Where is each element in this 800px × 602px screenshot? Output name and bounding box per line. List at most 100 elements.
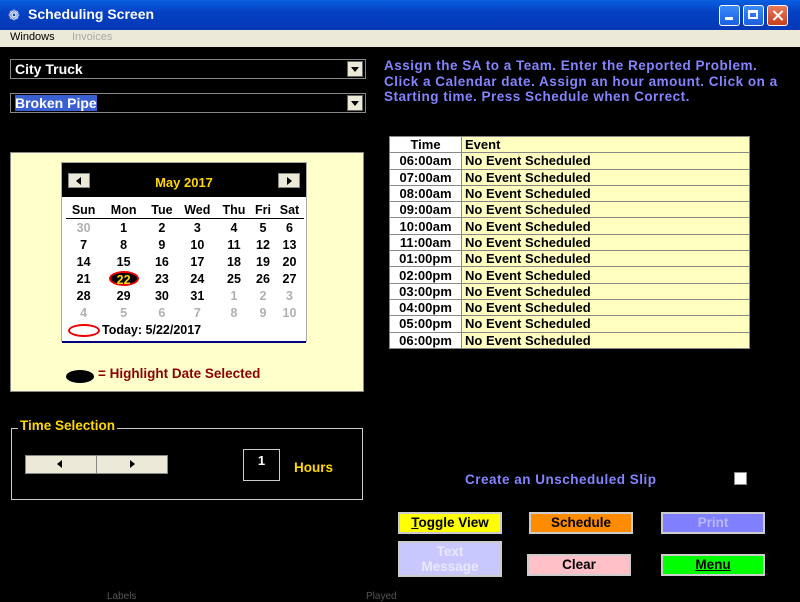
- maximize-button[interactable]: [743, 5, 764, 26]
- schedule-event-cell[interactable]: No Event Scheduled: [461, 282, 750, 300]
- menu-item-invoices[interactable]: Invoices: [72, 31, 112, 43]
- calendar-day[interactable]: 13: [275, 236, 304, 253]
- calendar-day[interactable]: 3: [275, 287, 304, 304]
- team-combo[interactable]: City Truck: [10, 59, 366, 79]
- calendar-day[interactable]: 12: [251, 236, 275, 253]
- calendar-day[interactable]: 1: [217, 287, 251, 304]
- calendar-day[interactable]: 1: [101, 219, 146, 237]
- calendar-day[interactable]: 7: [178, 304, 217, 321]
- schedule-event-cell[interactable]: No Event Scheduled: [461, 184, 750, 203]
- schedule-row[interactable]: 04:00pm No Event Scheduled: [389, 298, 750, 317]
- hours-input[interactable]: 1: [243, 449, 280, 481]
- schedule-time-cell[interactable]: 05:00pm: [389, 315, 462, 333]
- problem-combo[interactable]: Broken Pipe: [10, 93, 366, 113]
- menu-button[interactable]: Menu: [661, 554, 765, 576]
- schedule-row[interactable]: 06:00pm No Event Scheduled: [389, 331, 750, 349]
- schedule-time-cell[interactable]: 06:00am: [389, 152, 462, 170]
- calendar-day[interactable]: 7: [66, 236, 101, 253]
- schedule-row[interactable]: 02:00pm No Event Scheduled: [389, 266, 750, 284]
- today-label[interactable]: Today: 5/22/2017: [102, 323, 201, 337]
- calendar-day[interactable]: 4: [66, 304, 101, 321]
- calendar-day[interactable]: 31: [178, 287, 217, 304]
- calendar-day[interactable]: 2: [251, 287, 275, 304]
- calendar-day[interactable]: 29: [101, 287, 146, 304]
- schedule-time-cell[interactable]: 09:00am: [389, 201, 462, 219]
- unscheduled-slip-checkbox[interactable]: [734, 472, 747, 485]
- schedule-time-cell[interactable]: 04:00pm: [389, 298, 462, 317]
- calendar-day[interactable]: 20: [275, 253, 304, 270]
- schedule-button[interactable]: Schedule: [529, 512, 633, 534]
- minimize-button[interactable]: [719, 5, 740, 26]
- schedule-event-cell[interactable]: No Event Scheduled: [461, 298, 750, 317]
- schedule-row[interactable]: 09:00am No Event Scheduled: [389, 201, 750, 219]
- calendar-day[interactable]: 14: [66, 253, 101, 270]
- calendar-day[interactable]: 24: [178, 270, 217, 287]
- calendar-day[interactable]: 2: [146, 219, 178, 237]
- schedule-event-cell[interactable]: No Event Scheduled: [461, 201, 750, 219]
- schedule-row[interactable]: 10:00am No Event Scheduled: [389, 217, 750, 235]
- clear-button[interactable]: Clear: [527, 554, 631, 576]
- calendar-day[interactable]: 8: [217, 304, 251, 321]
- schedule-time-cell[interactable]: 02:00pm: [389, 266, 462, 284]
- calendar-day[interactable]: 26: [251, 270, 275, 287]
- schedule-row[interactable]: 11:00am No Event Scheduled: [389, 233, 750, 252]
- calendar-day[interactable]: 8: [101, 236, 146, 253]
- toggle-view-button[interactable]: Toggle View: [398, 512, 502, 534]
- calendar-day[interactable]: 30: [146, 287, 178, 304]
- schedule-row[interactable]: 06:00am No Event Scheduled: [389, 152, 750, 170]
- schedule-row[interactable]: 07:00am No Event Scheduled: [389, 168, 750, 186]
- scroll-right-button[interactable]: [97, 456, 168, 473]
- calendar-day[interactable]: 10: [275, 304, 304, 321]
- print-button[interactable]: Print: [661, 512, 765, 534]
- calendar-day[interactable]: 5: [101, 304, 146, 321]
- chevron-down-icon[interactable]: [347, 61, 363, 77]
- calendar-day[interactable]: 25: [217, 270, 251, 287]
- schedule-row[interactable]: 05:00pm No Event Scheduled: [389, 315, 750, 333]
- calendar-day[interactable]: 15: [101, 253, 146, 270]
- schedule-event-cell[interactable]: No Event Scheduled: [461, 233, 750, 252]
- calendar[interactable]: May 2017 Sun Mon Tue Wed Thu Fri Sat 30 1…: [61, 162, 307, 343]
- schedule-time-cell[interactable]: 07:00am: [389, 168, 462, 186]
- calendar-day[interactable]: 10: [178, 236, 217, 253]
- calendar-day[interactable]: 27: [275, 270, 304, 287]
- schedule-time-cell[interactable]: 01:00pm: [389, 250, 462, 268]
- chevron-down-icon[interactable]: [347, 95, 363, 111]
- calendar-day[interactable]: 3: [178, 219, 217, 237]
- schedule-row[interactable]: 08:00am No Event Scheduled: [389, 184, 750, 203]
- calendar-day[interactable]: 9: [251, 304, 275, 321]
- schedule-event-cell[interactable]: No Event Scheduled: [461, 315, 750, 333]
- schedule-event-cell[interactable]: No Event Scheduled: [461, 331, 750, 349]
- schedule-time-cell[interactable]: 06:00pm: [389, 331, 462, 349]
- text-message-button[interactable]: Text Message: [398, 541, 502, 577]
- schedule-row[interactable]: 01:00pm No Event Scheduled: [389, 250, 750, 268]
- scroll-left-button[interactable]: [26, 456, 97, 473]
- calendar-day[interactable]: 4: [217, 219, 251, 237]
- hours-scrollbar[interactable]: [25, 455, 168, 474]
- calendar-day[interactable]: 30: [66, 219, 101, 237]
- calendar-day[interactable]: 28: [66, 287, 101, 304]
- calendar-day[interactable]: 16: [146, 253, 178, 270]
- menu-item-windows[interactable]: Windows: [10, 31, 55, 43]
- calendar-day[interactable]: 21: [66, 270, 101, 287]
- schedule-row[interactable]: 03:00pm No Event Scheduled: [389, 282, 750, 300]
- calendar-day[interactable]: 11: [217, 236, 251, 253]
- calendar-day[interactable]: 6: [275, 219, 304, 237]
- schedule-time-cell[interactable]: 10:00am: [389, 217, 462, 235]
- schedule-event-cell[interactable]: No Event Scheduled: [461, 250, 750, 268]
- close-button[interactable]: [767, 5, 788, 26]
- calendar-day[interactable]: 22: [101, 270, 146, 287]
- calendar-day[interactable]: 5: [251, 219, 275, 237]
- calendar-day[interactable]: 9: [146, 236, 178, 253]
- title-bar[interactable]: ❁ Scheduling Screen: [0, 0, 800, 30]
- schedule-time-cell[interactable]: 11:00am: [389, 233, 462, 252]
- calendar-day[interactable]: 18: [217, 253, 251, 270]
- schedule-event-cell[interactable]: No Event Scheduled: [461, 152, 750, 170]
- schedule-time-cell[interactable]: 08:00am: [389, 184, 462, 203]
- next-month-button[interactable]: [278, 173, 300, 188]
- calendar-day[interactable]: 23: [146, 270, 178, 287]
- schedule-event-cell[interactable]: No Event Scheduled: [461, 266, 750, 284]
- calendar-day[interactable]: 19: [251, 253, 275, 270]
- schedule-event-cell[interactable]: No Event Scheduled: [461, 168, 750, 186]
- schedule-time-cell[interactable]: 03:00pm: [389, 282, 462, 300]
- calendar-day[interactable]: 6: [146, 304, 178, 321]
